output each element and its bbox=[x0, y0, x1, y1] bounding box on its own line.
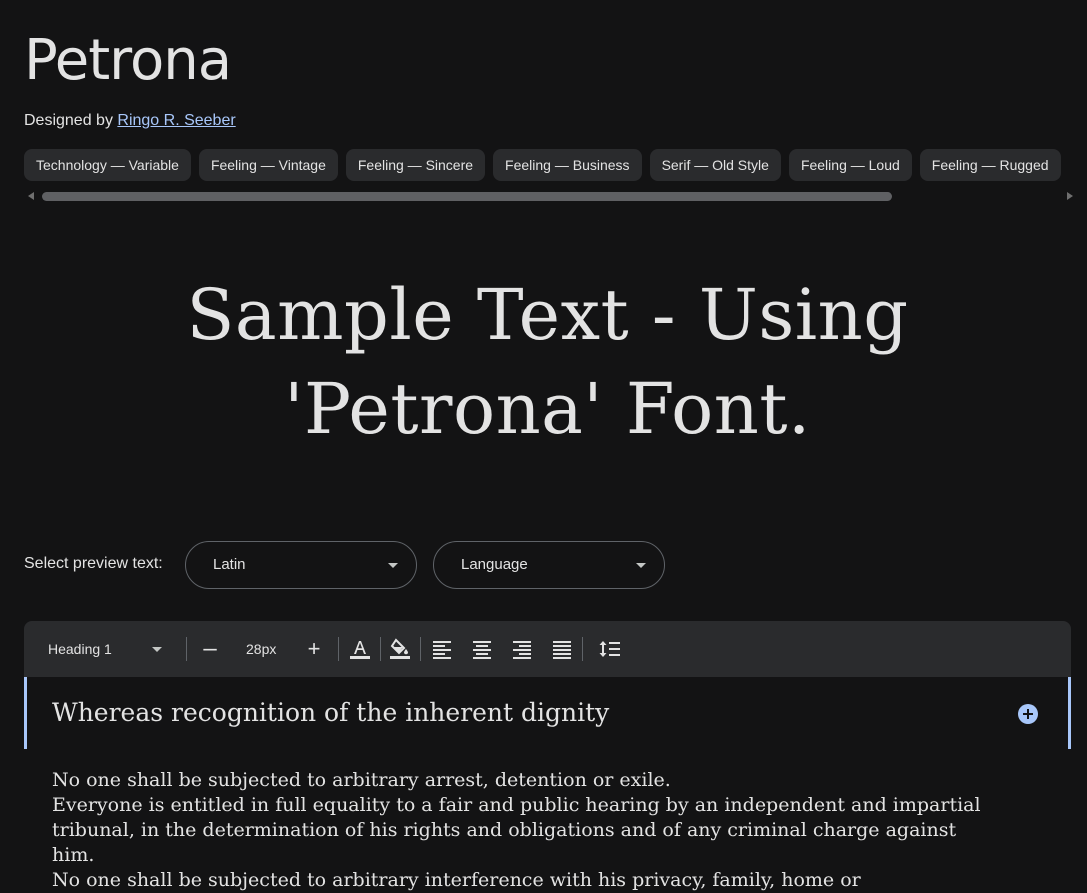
editor-heading-text[interactable]: Whereas recognition of the inherent dign… bbox=[52, 677, 609, 749]
tag-chip[interactable]: Feeling — Loud bbox=[788, 149, 912, 181]
tag-chip[interactable]: Feeling — Rugged bbox=[919, 149, 1061, 181]
language-select[interactable]: Language bbox=[433, 541, 665, 589]
editor-body-text[interactable]: No one shall be subjected to arbitrary a… bbox=[52, 768, 982, 893]
designed-by-label: Designed by bbox=[24, 112, 118, 129]
decrease-size-button[interactable]: – bbox=[202, 621, 218, 677]
align-justify-icon[interactable] bbox=[550, 637, 574, 661]
font-title: Petrona bbox=[24, 28, 232, 93]
increase-size-button[interactable]: + bbox=[306, 621, 322, 677]
designer-line: Designed by Ringo R. Seeber bbox=[24, 110, 236, 132]
preview-text-label: Select preview text: bbox=[24, 555, 163, 572]
chevron-down-icon bbox=[636, 563, 646, 568]
tag-chip-list: Technology — Variable Feeling — Vintage Fe… bbox=[24, 149, 1087, 181]
toolbar-divider bbox=[582, 637, 583, 661]
tags-scrollbar[interactable] bbox=[24, 190, 1073, 202]
toolbar-divider bbox=[338, 637, 339, 661]
language-select-value: Language bbox=[461, 556, 528, 573]
scroll-left-arrow-icon[interactable] bbox=[28, 192, 34, 200]
designer-link[interactable]: Ringo R. Seeber bbox=[117, 112, 235, 129]
script-select[interactable]: Latin bbox=[185, 541, 417, 589]
tag-chip[interactable]: Technology — Variable bbox=[24, 149, 191, 181]
editor-paragraph: No one shall be subjected to arbitrary a… bbox=[52, 769, 671, 791]
tag-chip[interactable]: Feeling — Vintage bbox=[198, 149, 338, 181]
toolbar-divider bbox=[186, 637, 187, 661]
editor-paragraph: No one shall be subjected to arbitrary i… bbox=[52, 869, 861, 891]
line-spacing-icon[interactable] bbox=[598, 637, 622, 661]
tag-chip[interactable]: Serif — Old Style bbox=[649, 149, 781, 181]
tag-chip[interactable]: Feeling — Business bbox=[493, 149, 642, 181]
align-center-icon[interactable] bbox=[470, 637, 494, 661]
sample-text-preview: Sample Text - Using 'Petrona' Font. bbox=[186, 274, 909, 450]
highlight-color-icon[interactable] bbox=[388, 637, 412, 661]
toolbar-divider bbox=[420, 637, 421, 661]
text-color-icon[interactable] bbox=[348, 637, 372, 661]
tag-chip[interactable]: Feeling — Sincere bbox=[345, 149, 486, 181]
chevron-down-icon[interactable] bbox=[152, 647, 162, 652]
scrollbar-thumb[interactable] bbox=[42, 192, 892, 201]
align-right-icon[interactable] bbox=[510, 637, 534, 661]
text-style-dropdown[interactable]: Heading 1 bbox=[48, 621, 112, 677]
scroll-right-arrow-icon[interactable] bbox=[1067, 192, 1073, 200]
chevron-down-icon bbox=[388, 563, 398, 568]
toolbar-divider bbox=[380, 637, 381, 661]
add-block-icon[interactable] bbox=[1018, 704, 1038, 724]
script-select-value: Latin bbox=[213, 556, 246, 573]
align-left-icon[interactable] bbox=[430, 637, 454, 661]
editor-heading-block[interactable]: Whereas recognition of the inherent dign… bbox=[24, 677, 1071, 749]
editor-toolbar: Heading 1 – 28px + bbox=[24, 621, 1071, 677]
editor-paragraph: Everyone is entitled in full equality to… bbox=[52, 794, 981, 866]
font-size-value: 28px bbox=[246, 641, 277, 657]
font-specimen-page: Petrona Designed by Ringo R. Seeber Tech… bbox=[0, 0, 1087, 893]
